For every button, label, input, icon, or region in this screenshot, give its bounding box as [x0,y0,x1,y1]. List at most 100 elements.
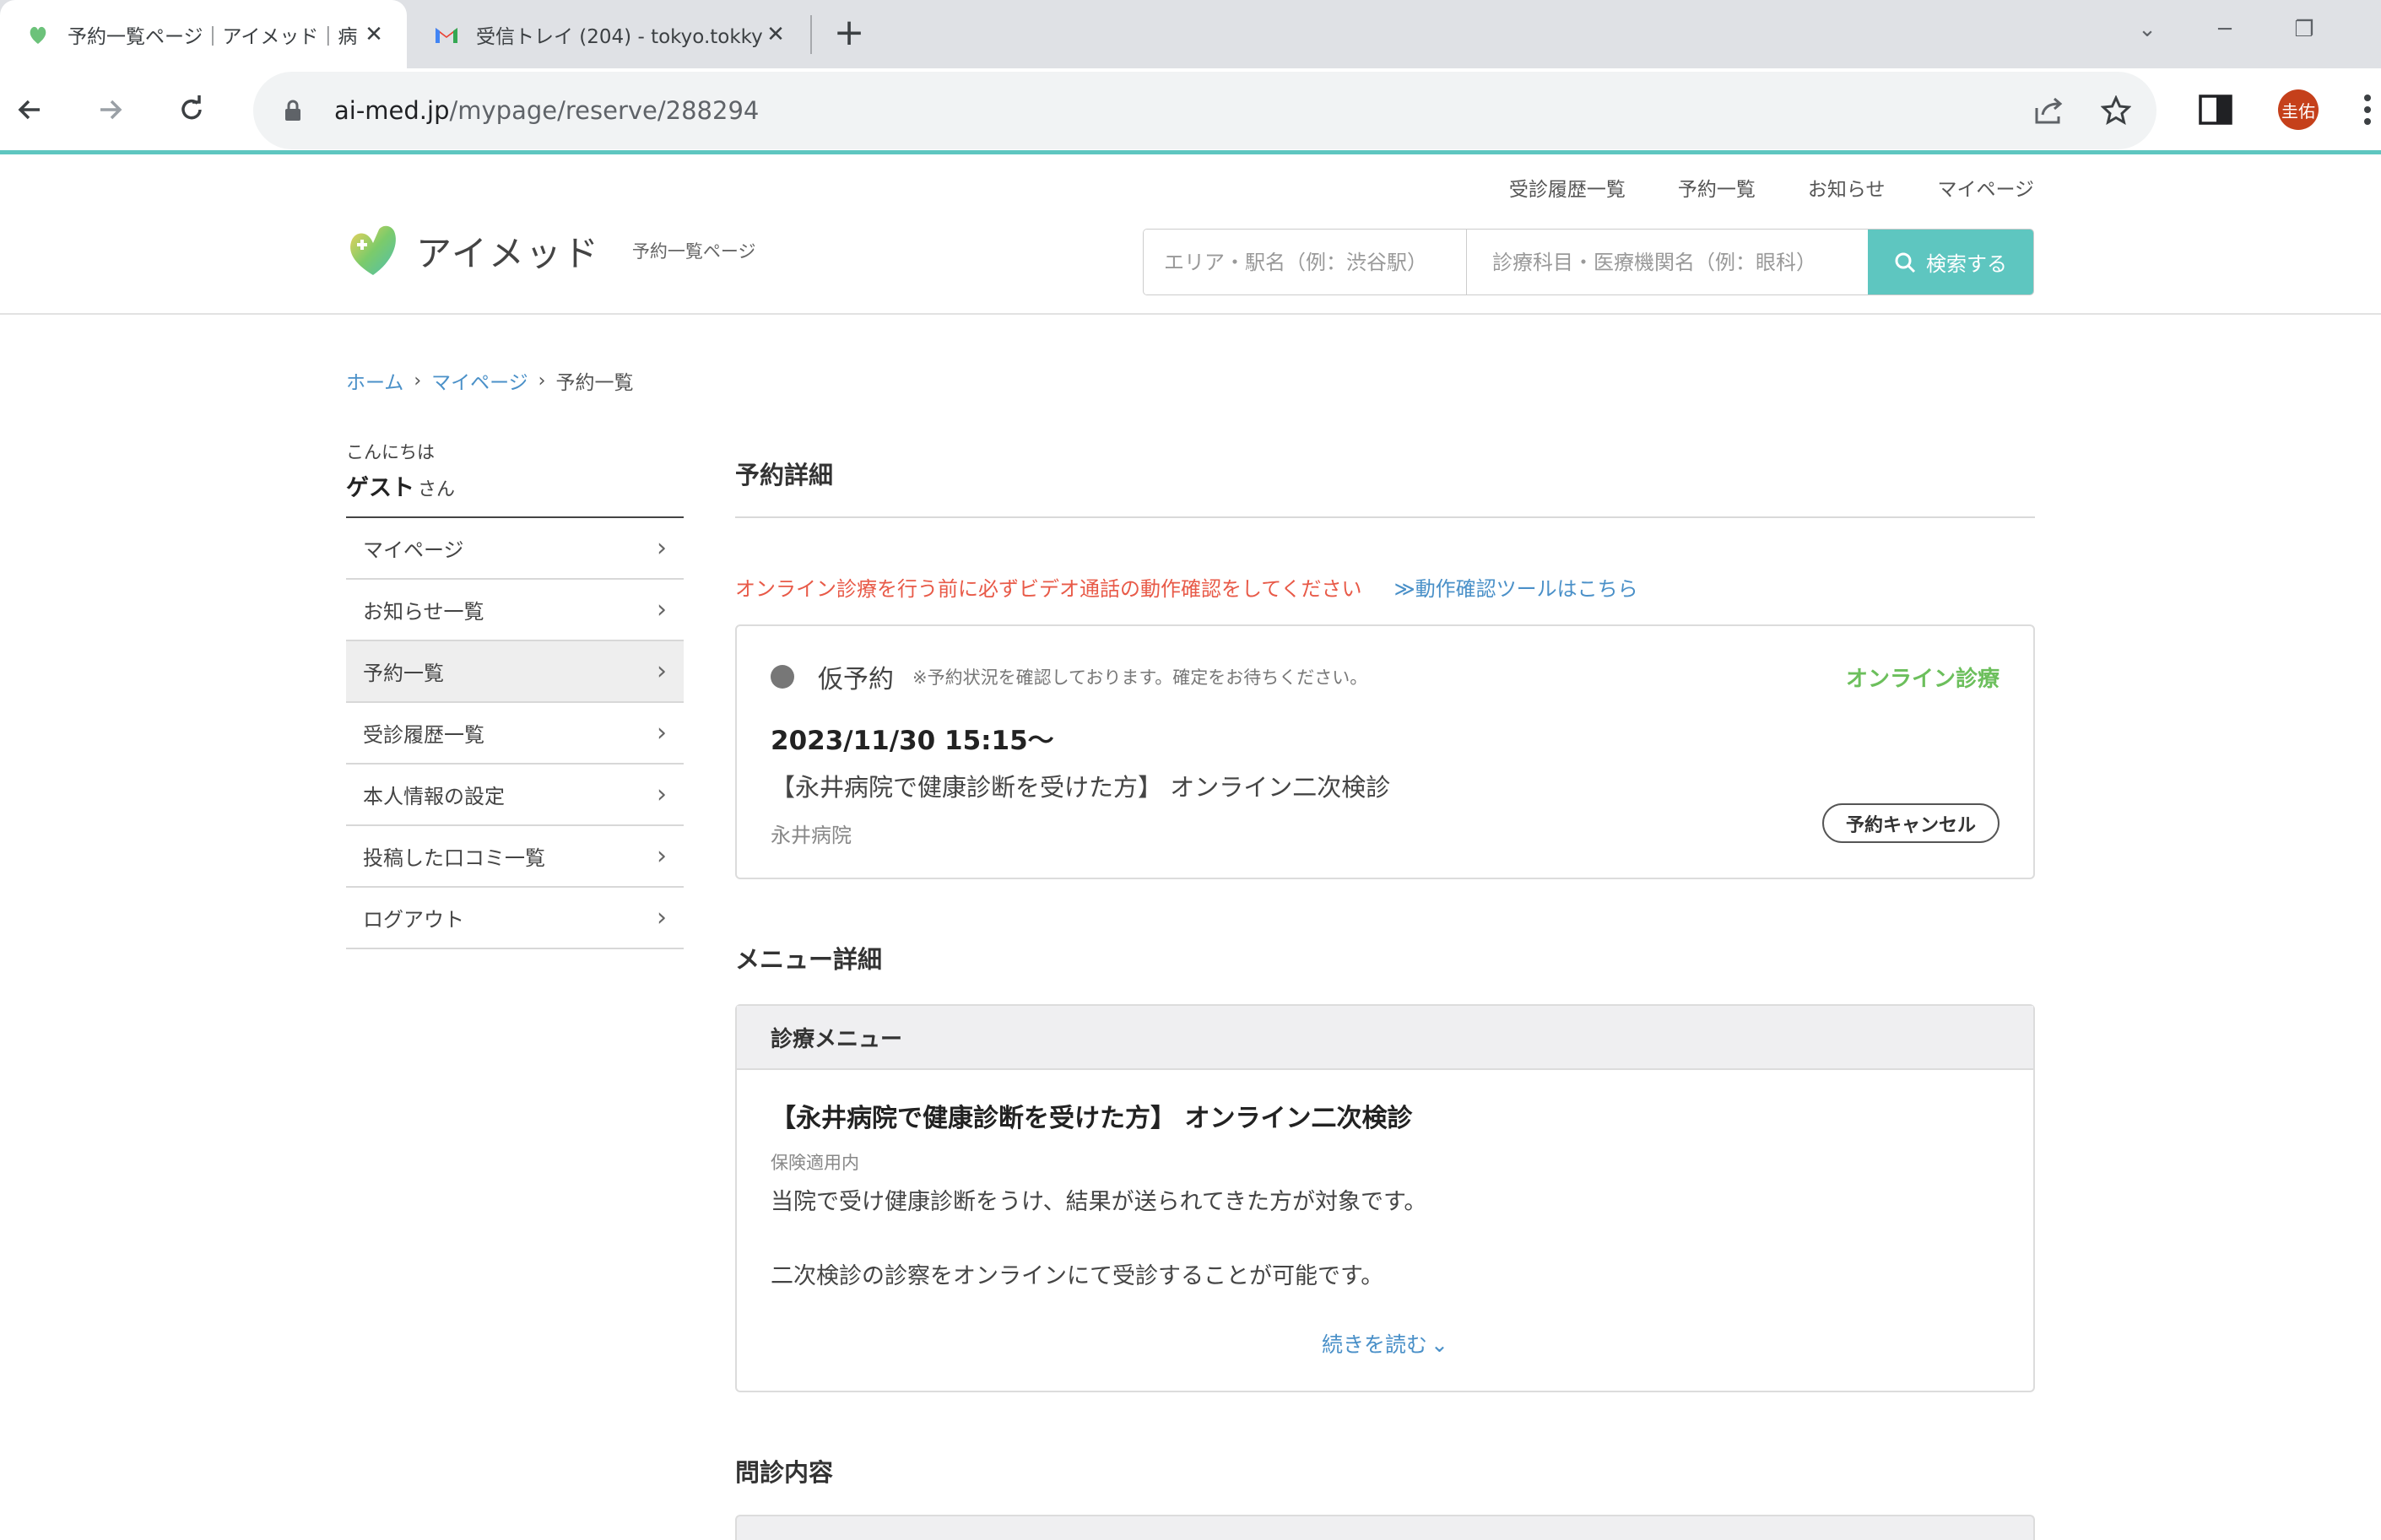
page-label: 予約一覧ページ [631,241,756,262]
side-panel-icon[interactable] [2189,84,2242,136]
sidebar-item-label: 本人情報の設定 [363,785,505,808]
sidebar-item-label: マイページ [363,538,464,562]
read-more-label: 続きを読む [1322,1332,1428,1357]
address-bar[interactable]: ai-med.jp/mypage/reserve/288294 [253,72,2156,149]
questionnaire-card [735,1515,2035,1540]
tab-gmail[interactable]: 受信トレイ (204) - tokyo.tokkyo ✕ [409,0,809,68]
topnav-mypage-link[interactable]: マイページ [1937,173,2034,202]
close-tab-icon[interactable]: ✕ [361,22,387,47]
cancel-reservation-button[interactable]: 予約キャンセル [1821,803,1999,843]
header-divider [0,313,2381,315]
kebab-menu-icon[interactable] [2355,84,2380,136]
sidebar-item-label: お知らせ一覧 [363,600,484,624]
breadcrumb: ホーム › マイページ › 予約一覧 [346,366,633,395]
read-more-link[interactable]: 続きを読む ⌄ [737,1328,2033,1359]
aimed-favicon-icon [25,22,51,47]
breadcrumb-mypage-link[interactable]: マイページ [431,366,528,395]
menu-name: 【永井病院で健康診断を受けた方】 オンライン二次検診 [771,1104,1413,1133]
main-content: 予約詳細 オンライン診療を行う前に必ずビデオ通話の動作確認をしてください ≫動作… [735,456,2035,1540]
chevron-right-icon: › [657,657,667,686]
sidebar-item-logout[interactable]: ログアウト › [346,888,684,949]
user-name: ゲスト さん [346,475,456,501]
hospital-name: 永井病院 [771,824,852,847]
reservation-card: 仮予約 ※予約状況を確認しております。確定をお待ちください。 オンライン診療 2… [735,624,2035,879]
status-label: 仮予約 [818,665,894,694]
section-divider [735,516,2035,518]
close-tab-icon[interactable]: ✕ [763,22,788,47]
bookmark-star-icon[interactable] [2091,72,2141,149]
sidebar-item-reviews[interactable]: 投稿した口コミ一覧 › [346,826,684,888]
url-text: ai-med.jp/mypage/reserve/288294 [334,96,760,125]
chevron-right-icon: › [538,370,546,392]
chevron-down-icon: ⌄ [1431,1332,1448,1357]
sidebar-item-label: 受診履歴一覧 [363,723,484,747]
forward-arrow-icon[interactable] [84,84,137,136]
video-check-warning: オンライン診療を行う前に必ずビデオ通話の動作確認をしてください [735,577,1362,601]
share-icon[interactable] [2025,72,2075,149]
brand-name: アイメッド [416,232,600,274]
insurance-label: 保険適用内 [771,1153,859,1173]
chevron-right-icon: › [657,595,667,624]
video-check-notice: オンライン診療を行う前に必ずビデオ通話の動作確認をしてください ≫動作確認ツール… [735,572,1638,602]
site-search: 検索する [1143,229,2034,295]
reservation-status: 仮予約 ※予約状況を確認しております。確定をお待ちください。 [771,658,1367,695]
menu-description-line: 当院で受け健康診断をうけ、結果が送られてきた方が対象です。 [771,1189,1427,1215]
sidebar-item-news[interactable]: お知らせ一覧 › [346,580,684,641]
minimize-icon[interactable]: ─ [2200,8,2250,51]
menu-detail-card: 診療メニュー 【永井病院で健康診断を受けた方】 オンライン二次検診 保険適用内 … [735,1004,2035,1392]
menu-detail-section-title: メニュー詳細 [735,945,883,974]
tab-title: 予約一覧ページ｜アイメッド｜病 [68,25,358,48]
sidebar-item-mypage[interactable]: マイページ › [346,518,684,580]
aimed-logo-icon [350,225,396,275]
search-icon [1895,252,1916,273]
questionnaire-section-title: 問診内容 [735,1458,834,1487]
chevron-right-icon: › [414,370,422,392]
page-load-accent-bar [0,150,2381,154]
sidebar-item-label: 投稿した口コミ一覧 [363,846,545,870]
chevron-right-icon: › [657,718,667,748]
back-arrow-icon[interactable] [3,84,56,136]
search-button-label: 検索する [1926,252,2007,276]
menu-description-line: 二次検診の診察をオンラインにて受診することが可能です。 [771,1263,1384,1289]
chevron-right-icon: › [657,780,667,809]
status-note: ※予約状況を確認しております。確定をお待ちください。 [912,667,1368,688]
gmail-favicon-icon [434,22,459,47]
reservation-menu-name: 【永井病院で健康診断を受けた方】 オンライン二次検診 [771,773,1391,802]
tab-title: 受信トレイ (204) - tokyo.tokkyo [476,25,763,48]
sidebar-item-reservations[interactable]: 予約一覧 › [346,641,684,703]
site-top-nav: 受診履歴一覧 予約一覧 お知らせ マイページ [1509,173,2034,202]
reload-icon[interactable] [165,84,218,136]
tab-separator [810,15,812,54]
status-dot-icon [771,665,794,689]
site-logo[interactable]: アイメッド 予約一覧ページ [345,223,756,278]
sidebar-item-history[interactable]: 受診履歴一覧 › [346,703,684,765]
profile-avatar[interactable]: 圭佑 [2272,84,2324,136]
topnav-history-link[interactable]: 受診履歴一覧 [1509,173,1626,202]
browser-tab-bar: 予約一覧ページ｜アイメッド｜病 ✕ 受信トレイ (204) - tokyo.to… [0,0,2381,68]
department-search-input[interactable] [1467,230,1868,294]
breadcrumb-home-link[interactable]: ホーム [346,366,403,395]
topnav-news-link[interactable]: お知らせ [1808,173,1886,202]
restore-icon[interactable]: ❐ [2279,8,2330,51]
area-search-input[interactable] [1144,230,1467,294]
chevron-right-icon: › [657,903,667,932]
reservation-datetime: 2023/11/30 15:15～ [771,726,1054,756]
reservation-section-title: 予約詳細 [735,461,834,489]
menu-card-header: 診療メニュー [737,1006,2033,1070]
user-greeting: こんにちは ゲスト さん [346,439,455,502]
topnav-reservations-link[interactable]: 予約一覧 [1678,173,1756,202]
chevron-right-icon: › [657,841,667,871]
browser-toolbar: ai-med.jp/mypage/reserve/288294 圭佑 [0,68,2381,152]
sidebar-menu: マイページ › お知らせ一覧 › 予約一覧 › 受診履歴一覧 › 本人情報の設定 › 投稿… [346,516,684,949]
visit-type-badge: オンライン診療 [1845,667,1999,692]
lock-icon[interactable] [280,100,306,122]
tab-reserve[interactable]: 予約一覧ページ｜アイメッド｜病 ✕ [0,0,407,68]
greeting-text: こんにちは [346,442,435,462]
tab-search-chevron-icon[interactable]: ⌄ [2122,8,2173,51]
new-tab-icon[interactable]: + [827,12,871,56]
video-check-tool-link[interactable]: ≫動作確認ツールはこちら [1394,572,1638,602]
sidebar-item-label: 予約一覧 [363,662,444,685]
sidebar-item-profile-settings[interactable]: 本人情報の設定 › [346,765,684,826]
search-button[interactable]: 検索する [1868,230,2033,294]
sidebar-item-label: ログアウト [363,908,464,932]
